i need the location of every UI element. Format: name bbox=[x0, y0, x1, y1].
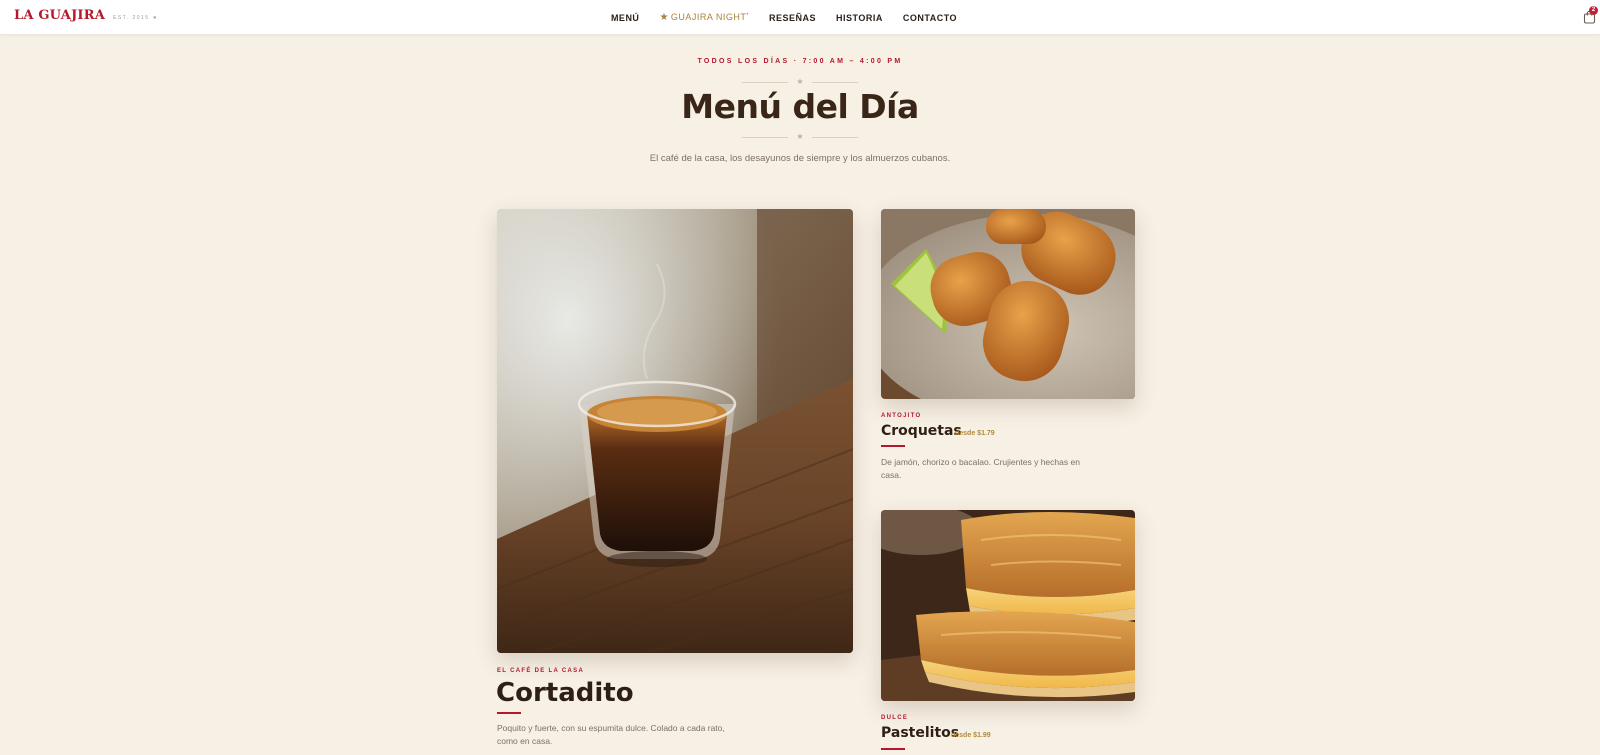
item-kicker: ANTOJITO bbox=[881, 413, 922, 419]
new-dot-icon: • bbox=[746, 12, 750, 18]
nav-links: MENÚ ★ GUAJIRA NIGHT• RESEÑAS HISTORIA CO… bbox=[0, 0, 1600, 35]
page-title: Menú del Día bbox=[681, 87, 919, 126]
item-kicker: DULCE bbox=[881, 715, 909, 721]
nav-link-guajira-night[interactable]: ★ GUAJIRA NIGHT• bbox=[659, 12, 749, 23]
pastelitos-image[interactable] bbox=[881, 510, 1135, 701]
divider-line bbox=[811, 136, 858, 138]
name-underline bbox=[881, 445, 905, 447]
item-kicker: EL CAFÉ DE LA CASA bbox=[497, 668, 585, 674]
ornament-divider-bottom: ★ bbox=[700, 132, 900, 142]
croquetas-image[interactable] bbox=[881, 209, 1135, 399]
cortadito-image[interactable] bbox=[497, 209, 853, 653]
item-name-cortadito[interactable]: Cortadito bbox=[496, 678, 634, 708]
item-price: desde $1.99 bbox=[951, 732, 991, 739]
divider-line bbox=[811, 81, 858, 83]
star-icon: ★ bbox=[796, 77, 804, 86]
item-description: Poquito y fuerte, con su espumita dulce.… bbox=[497, 723, 725, 746]
item-name-pastelitos[interactable]: Pastelitos bbox=[881, 725, 959, 741]
nav-link-historia[interactable]: HISTORIA bbox=[836, 13, 883, 23]
name-underline bbox=[497, 712, 521, 714]
top-navbar: LA GUAJIRA EST. 2015 ★ MENÚ ★ GUAJIRA NIG… bbox=[0, 0, 1600, 35]
star-icon: ★ bbox=[659, 12, 669, 23]
nav-link-contacto[interactable]: CONTACTO bbox=[903, 13, 957, 23]
section-eyebrow: TODOS LOS DÍAS · 7:00 AM – 4:00 PM bbox=[697, 58, 903, 65]
section-subtitle: El café de la casa, los desayunos de sie… bbox=[649, 153, 951, 164]
pastelitos-photo bbox=[881, 510, 1135, 701]
ornament-divider-top: ★ bbox=[700, 77, 900, 87]
star-icon: ★ bbox=[796, 132, 804, 141]
cart-count-badge: 2 bbox=[1589, 6, 1598, 15]
croquetas-photo bbox=[881, 209, 1135, 399]
coffee-photo bbox=[497, 209, 853, 653]
nav-link-guajira-night-label: GUAJIRA NIGHT bbox=[670, 12, 747, 22]
nav-link-resenas[interactable]: RESEÑAS bbox=[769, 13, 816, 23]
nav-link-menu[interactable]: MENÚ bbox=[611, 13, 640, 23]
divider-line bbox=[742, 136, 789, 138]
cart-button[interactable]: 2 bbox=[1583, 6, 1598, 24]
divider-line bbox=[742, 81, 789, 83]
name-underline bbox=[881, 748, 905, 750]
item-description: De jamón, chorizo o bacalao. Crujientes … bbox=[881, 457, 1080, 480]
item-price: desde $1.79 bbox=[955, 430, 995, 437]
item-name-croquetas[interactable]: Croquetas bbox=[881, 423, 962, 439]
